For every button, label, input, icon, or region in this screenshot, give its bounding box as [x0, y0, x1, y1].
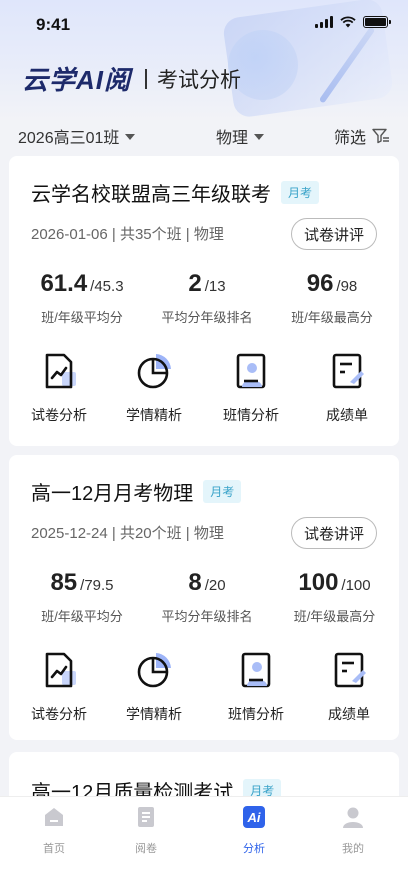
exam-type-tag: 月考	[281, 181, 320, 204]
action-label: 试卷分析	[31, 407, 87, 423]
status-icons	[315, 16, 391, 28]
app-name: 云学AI阅	[22, 65, 132, 95]
chevron-down-icon	[254, 134, 265, 140]
status-time: 9:41	[36, 15, 71, 34]
paper-review-button[interactable]: 试卷讲评	[291, 218, 377, 250]
exam-card-header: 云学名校联盟高三年级联考 月考	[31, 178, 320, 207]
stat-max: 96/98 班/年级最高分	[277, 270, 387, 326]
battery-icon	[363, 16, 391, 28]
header-title-row: 云学AI阅 考试分析	[22, 60, 241, 97]
stat-total: /20	[204, 577, 226, 594]
action-transcript[interactable]: 成绩单	[309, 651, 389, 724]
exam-title: 高一12月月考物理	[31, 483, 194, 505]
paper-chart-icon	[45, 652, 76, 688]
signal-icon	[315, 16, 333, 28]
stat-label: 班/年级平均分	[41, 310, 123, 325]
stat-value: 96	[306, 270, 334, 297]
stat-value: 8	[188, 569, 202, 596]
stat-label: 班/年级最高分	[293, 609, 376, 624]
class-person-icon	[241, 652, 271, 688]
bottom-tab-bar: 首页 阅卷 Ai 分析 我的	[0, 796, 408, 883]
filter-icon	[372, 128, 390, 144]
paper-review-button[interactable]: 试卷讲评	[291, 517, 377, 549]
stat-rank: 8/20 平均分年级排名	[147, 569, 267, 625]
tab-label: 首页	[43, 843, 65, 855]
ai-analysis-icon: Ai	[243, 806, 265, 828]
svg-text:Ai: Ai	[247, 810, 261, 825]
action-learning-analysis[interactable]: 学情精析	[114, 651, 194, 724]
stat-value: 61.4	[40, 270, 88, 297]
pie-chart-icon	[137, 653, 171, 688]
stat-total: /100	[341, 577, 371, 594]
tab-profile[interactable]: 我的	[323, 805, 383, 856]
stat-value: 100	[298, 569, 339, 596]
chevron-down-icon	[125, 134, 136, 140]
action-label: 成绩单	[326, 407, 368, 423]
title-divider	[145, 68, 148, 89]
stat-total: /13	[204, 278, 226, 295]
home-icon	[45, 808, 63, 826]
action-paper-analysis[interactable]: 试卷分析	[19, 352, 99, 425]
action-learning-analysis[interactable]: 学情精析	[114, 352, 194, 425]
stat-max: 100/100 班/年级最高分	[277, 569, 392, 625]
filter-button-label: 筛选	[334, 130, 367, 147]
class-select-label: 2026高三01班	[18, 130, 120, 147]
pie-chart-icon	[137, 354, 171, 389]
transcript-icon	[334, 652, 366, 688]
action-class-analysis[interactable]: 班情分析	[216, 651, 296, 724]
action-label: 班情分析	[228, 706, 284, 722]
action-transcript[interactable]: 成绩单	[307, 352, 387, 425]
class-person-icon	[236, 353, 266, 389]
status-bar: 9:41	[0, 0, 408, 48]
exam-card[interactable]: 云学名校联盟高三年级联考 月考 2026-01-06 | 共35个班 | 物理 …	[9, 156, 399, 446]
transcript-icon	[332, 353, 364, 389]
subject-select[interactable]: 物理	[216, 124, 265, 148]
exam-meta: 2026-01-06 | 共35个班 | 物理	[31, 226, 224, 243]
paper-chart-icon	[45, 353, 76, 389]
filter-row: 2026高三01班 物理 筛选	[0, 120, 408, 150]
stat-value: 2	[188, 270, 202, 297]
tab-label: 阅卷	[135, 843, 157, 855]
action-label: 试卷分析	[31, 706, 87, 722]
exam-card-header: 高一12月月考物理 月考	[31, 477, 242, 506]
stat-average: 61.4/45.3 班/年级平均分	[27, 270, 137, 326]
action-label: 学情精析	[126, 407, 182, 423]
profile-icon	[343, 807, 363, 828]
stat-total: /45.3	[90, 278, 124, 295]
page-title: 考试分析	[157, 68, 242, 92]
tab-home[interactable]: 首页	[24, 805, 84, 856]
exam-meta: 2025-12-24 | 共20个班 | 物理	[31, 525, 224, 542]
grading-icon	[138, 807, 154, 827]
action-class-analysis[interactable]: 班情分析	[211, 352, 291, 425]
stat-label: 班/年级平均分	[41, 609, 123, 624]
stat-label: 平均分年级排名	[161, 310, 253, 325]
exam-type-tag: 月考	[203, 480, 242, 503]
tab-label: 分析	[243, 843, 265, 855]
wifi-icon	[340, 16, 356, 28]
stat-label: 班/年级最高分	[291, 310, 373, 325]
subject-select-label: 物理	[216, 130, 249, 147]
action-label: 成绩单	[328, 706, 370, 722]
action-label: 学情精析	[126, 706, 182, 722]
tab-grading[interactable]: 阅卷	[116, 805, 176, 856]
tab-label: 我的	[342, 843, 364, 855]
stat-rank: 2/13 平均分年级排名	[152, 270, 262, 326]
filter-button[interactable]: 筛选	[334, 124, 390, 148]
stat-total: /79.5	[80, 577, 114, 594]
stat-label: 平均分年级排名	[161, 609, 253, 624]
exam-card[interactable]: 高一12月月考物理 月考 2025-12-24 | 共20个班 | 物理 试卷讲…	[9, 455, 399, 740]
tab-analysis[interactable]: Ai 分析	[224, 805, 284, 856]
action-paper-analysis[interactable]: 试卷分析	[19, 651, 99, 724]
stat-total: /98	[336, 278, 358, 295]
exam-title: 云学名校联盟高三年级联考	[31, 184, 271, 206]
action-label: 班情分析	[223, 407, 279, 423]
stat-value: 85	[50, 569, 78, 596]
class-select[interactable]: 2026高三01班	[18, 124, 136, 148]
stat-average: 85/79.5 班/年级平均分	[27, 569, 137, 625]
